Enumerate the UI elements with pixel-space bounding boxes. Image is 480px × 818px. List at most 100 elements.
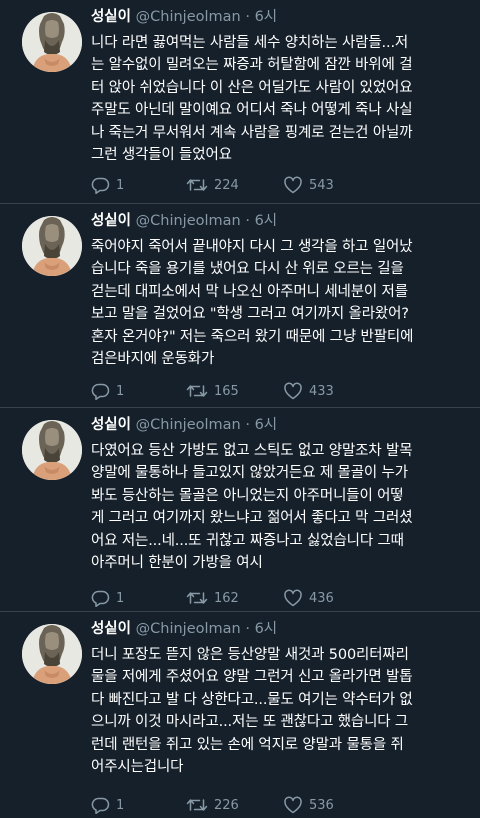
retweet-button[interactable]: 162 (186, 587, 239, 609)
like-button[interactable]: 436 (283, 587, 334, 609)
tweet-text-line: 걷는데 대피소에서 막 나오신 아주머니 세네분이 저를 (91, 283, 408, 300)
tweet-header: 성싵이 @Chinjeolman · 6시 (91, 414, 470, 436)
separator-dot: · (245, 213, 250, 229)
retweet-button[interactable]: 226 (186, 794, 239, 816)
retweet-icon (186, 179, 208, 191)
display-name[interactable]: 성싵이 (91, 621, 131, 637)
like-button[interactable]: 433 (283, 380, 334, 402)
tweet-text-line: 물을 저에게 주셨어요 양말 그런거 신고 올라가면 발톱 (91, 669, 413, 686)
display-name[interactable]: 성싵이 (91, 213, 131, 229)
heart-icon (284, 382, 302, 400)
tweet-text-line: 죽어야지 죽어서 끝내야지 다시 그 생각을 하고 일어났 (91, 239, 413, 255)
user-handle[interactable]: @Chinjeolman (136, 621, 241, 637)
statue-avatar-image (22, 216, 82, 276)
tweet[interactable]: 성싵이 @Chinjeolman · 6시 죽어야지 죽어서 끝내야지 다시 그… (0, 204, 480, 408)
avatar[interactable] (22, 624, 82, 684)
tweet[interactable]: 성싵이 @Chinjeolman · 6시 니다 라면 끓여먹는 사람들 세수 … (0, 0, 480, 204)
like-count: 543 (309, 177, 334, 193)
tweet-header: 성싵이 @Chinjeolman · 6시 (91, 210, 470, 232)
reply-count: 1 (116, 797, 125, 813)
tweet-text-line: 습니다 죽을 용기를 냈어요 다시 산 위로 오르는 길을 (91, 261, 404, 278)
timestamp[interactable]: 6시 (255, 417, 278, 433)
reply-icon (91, 383, 110, 400)
tweet-text-line: 게 그러고 여기까지 왔느냐고 젊어서 좋다고 막 그러셨 (91, 510, 413, 527)
like-button[interactable]: 543 (283, 174, 334, 196)
tweet-text-line: 나 죽는거 무서워서 계속 사람을 핑계로 걷는건 아닐까 (91, 124, 413, 141)
tweet-header: 성싵이 @Chinjeolman · 6시 (91, 6, 470, 28)
timestamp[interactable]: 6시 (255, 9, 278, 25)
like-count: 536 (309, 797, 334, 813)
avatar[interactable] (22, 12, 82, 72)
tweet-text-line: 어요 저는...네...또 귀찮고 짜증나고 싫었습니다 그때 (91, 532, 404, 549)
tweet-text-line: 니다 라면 끓여먹는 사람들 세수 양치하는 사람들...저 (91, 35, 409, 51)
heart-icon (284, 796, 302, 814)
reply-icon (91, 590, 110, 607)
timestamp[interactable]: 6시 (255, 213, 278, 229)
retweet-count: 162 (214, 590, 239, 606)
tweet-actions: 1 226 536 (91, 794, 391, 816)
reply-button[interactable]: 1 (91, 587, 124, 609)
tweet-actions: 1 162 436 (91, 587, 391, 609)
reply-icon (91, 797, 110, 814)
tweet-text-line: 아주머니 한분이 가방을 여시 (91, 555, 263, 572)
display-name[interactable]: 성싵이 (91, 9, 131, 25)
tweet-text-line: 주말도 아닌데 말이예요 어디서 죽나 어떻게 죽나 사실 (91, 102, 413, 119)
heart-icon (284, 589, 302, 607)
retweet-count: 226 (214, 797, 239, 813)
tweet-text-line: 런데 랜턴을 쥐고 있는 손에 억지로 양말과 물통을 쥐 (91, 736, 404, 753)
tweet-header: 성싵이 @Chinjeolman · 6시 (91, 618, 470, 640)
reply-button[interactable]: 1 (91, 794, 124, 816)
reply-count: 1 (116, 590, 125, 606)
tweet-text-line: 터 앉아 쉬었습니다 이 산은 어딜가도 사람이 있었어요 (91, 79, 413, 96)
tweet-text-line: 혼자 온거야?" 저는 죽으러 왔기 때문에 그냥 반팔티에 (91, 328, 414, 345)
separator-dot: · (245, 417, 250, 433)
tweet-text-line: 양말에 물통하나 들고있지 않았거든요 제 몰골이 누가 (91, 465, 408, 482)
like-count: 433 (309, 383, 334, 399)
retweet-count: 165 (214, 383, 239, 399)
tweet-text: 죽어야지 죽어서 끝내야지 다시 그 생각을 하고 일어났습니다 죽을 용기를 … (91, 236, 470, 370)
tweet-text: 니다 라면 끓여먹는 사람들 세수 양치하는 사람들...저는 알수없이 밀려오… (91, 32, 470, 166)
tweet-text-line: 다 빠진다고 발 다 상한다고...물도 여기는 약수터가 없 (91, 691, 413, 708)
user-handle[interactable]: @Chinjeolman (136, 9, 241, 25)
tweet-text-line: 봐도 등산하는 몰골은 아니었는지 아주머니들이 어떻 (91, 487, 404, 504)
timestamp[interactable]: 6시 (255, 621, 278, 637)
tweet[interactable]: 성싵이 @Chinjeolman · 6시 더니 포장도 뜯지 않은 등산양말 … (0, 612, 480, 818)
retweet-icon (186, 385, 208, 397)
retweet-icon (186, 799, 208, 811)
reply-button[interactable]: 1 (91, 380, 124, 402)
user-handle[interactable]: @Chinjeolman (136, 213, 241, 229)
tweet-actions: 1 224 543 (91, 174, 391, 196)
like-button[interactable]: 536 (283, 794, 334, 816)
tweet-text-line: 는 알수없이 밀려오는 짜증과 허탈함에 잠깐 바위에 걸 (91, 57, 413, 74)
tweet-text-line: 더니 포장도 뜯지 않은 등산양말 새것과 500리터짜리 (91, 647, 409, 663)
reply-button[interactable]: 1 (91, 174, 124, 196)
retweet-count: 224 (214, 177, 239, 193)
tweet-text-line: 보고 말을 걸었어요 "학생 그러고 여기까지 올라왔어? (91, 306, 409, 323)
avatar[interactable] (22, 420, 82, 480)
reply-icon (91, 177, 110, 194)
reply-count: 1 (116, 177, 125, 193)
like-count: 436 (309, 590, 334, 606)
display-name[interactable]: 성싵이 (91, 417, 131, 433)
tweet-text: 다였어요 등산 가방도 없고 스틱도 없고 양말조차 발목양말에 물통하나 들고… (91, 440, 470, 574)
avatar[interactable] (22, 216, 82, 276)
tweet-text: 더니 포장도 뜯지 않은 등산양말 새것과 500리터짜리물을 저에게 주셨어요… (91, 644, 470, 778)
user-handle[interactable]: @Chinjeolman (136, 417, 241, 433)
statue-avatar-image (22, 420, 82, 480)
tweet-text-line: 으니까 이것 마시라고...저는 또 괜찮다고 했습니다 그 (91, 714, 409, 731)
tweet-text-line: 검은바지에 운동화가 (91, 351, 215, 368)
tweet[interactable]: 성싵이 @Chinjeolman · 6시 다였어요 등산 가방도 없고 스틱도… (0, 408, 480, 612)
reply-count: 1 (116, 383, 125, 399)
statue-avatar-image (22, 12, 82, 72)
tweet-text-line: 그런 생각들이 들었어요 (91, 147, 232, 164)
separator-dot: · (245, 9, 250, 25)
retweet-icon (186, 592, 208, 604)
retweet-button[interactable]: 165 (186, 380, 239, 402)
heart-icon (284, 176, 302, 194)
retweet-button[interactable]: 224 (186, 174, 239, 196)
tweet-text-line: 어주시는겁니다 (91, 759, 184, 776)
statue-avatar-image (22, 624, 82, 684)
tweet-text-line: 다였어요 등산 가방도 없고 스틱도 없고 양말조차 발목 (91, 443, 413, 459)
separator-dot: · (245, 621, 250, 637)
tweet-actions: 1 165 433 (91, 380, 391, 402)
